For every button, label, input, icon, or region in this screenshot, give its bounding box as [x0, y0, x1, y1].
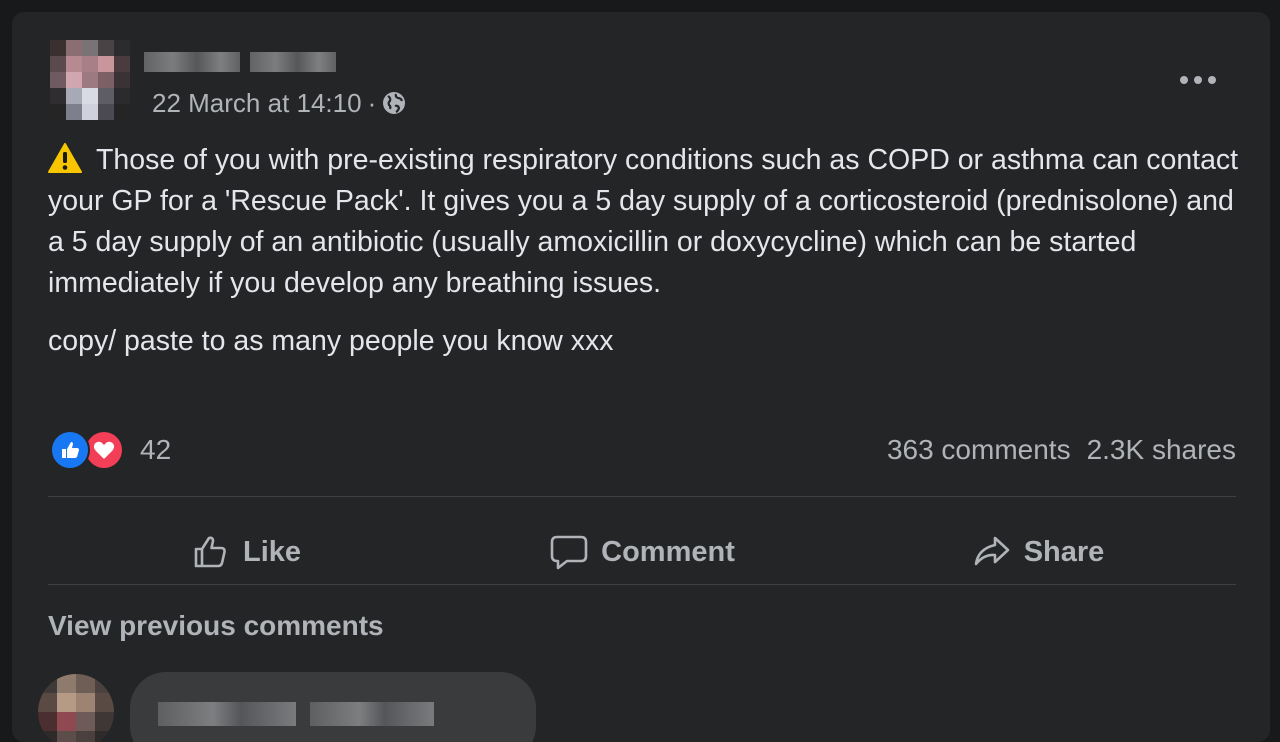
divider [48, 496, 1236, 497]
post-paragraph-2: copy/ paste to as many people you know x… [48, 325, 614, 357]
more-horizontal-icon [1180, 76, 1216, 84]
post-options-button[interactable] [1174, 64, 1222, 96]
commenter-avatar[interactable] [38, 674, 114, 742]
action-bar: Like Comment Share [48, 508, 1236, 596]
engagement-stats: 363 comments 2.3K shares [887, 430, 1236, 470]
like-label: Like [242, 535, 302, 568]
post-card: 22 March at 14:10 · Those of you with pr… [12, 12, 1270, 742]
comments-count[interactable]: 363 comments [887, 434, 1071, 466]
love-icon [84, 430, 124, 470]
meta-separator: · [367, 87, 377, 118]
comment-button[interactable]: Comment [444, 508, 840, 596]
view-previous-comments-link[interactable]: View previous comments [48, 610, 384, 642]
shares-count[interactable]: 2.3K shares [1087, 434, 1236, 466]
post-body: Those of you with pre-existing respirato… [48, 140, 1248, 362]
comment-icon [550, 535, 588, 570]
like-button[interactable]: Like [48, 508, 444, 596]
author-avatar[interactable] [50, 40, 130, 120]
globe-icon [382, 91, 406, 115]
comment-label: Comment [601, 535, 735, 568]
post-timestamp[interactable]: 22 March at 14:10 [152, 88, 362, 119]
divider [48, 584, 1236, 585]
share-label: Share [1023, 535, 1105, 568]
reaction-count[interactable]: 42 [140, 434, 171, 466]
warning-icon [48, 143, 82, 173]
comment-bubble[interactable] [130, 672, 536, 742]
like-icon [50, 430, 90, 470]
author-name-redacted[interactable] [144, 52, 336, 72]
commenter-name-redacted[interactable] [158, 702, 434, 726]
post-paragraph: Those of you with pre-existing respirato… [48, 140, 1248, 304]
reactions-summary[interactable]: 42 [50, 430, 171, 470]
share-icon [974, 536, 1009, 566]
thumbs-up-icon [194, 536, 226, 568]
post-meta: 22 March at 14:10 · [152, 88, 406, 118]
share-button[interactable]: Share [840, 508, 1236, 596]
post-paragraph-text: Those of you with pre-existing respirato… [48, 144, 1239, 299]
